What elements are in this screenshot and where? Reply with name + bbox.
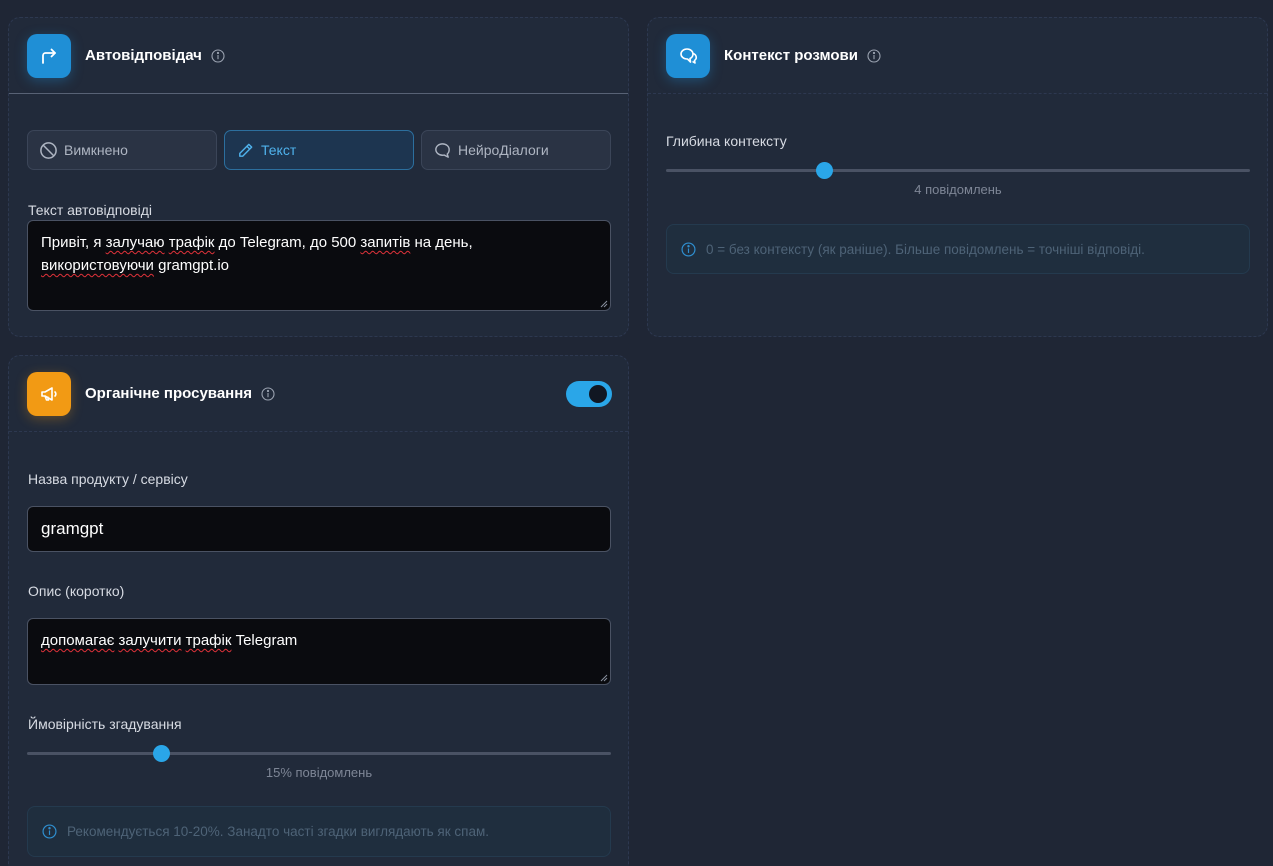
organic-hint-text: Рекомендується 10-20%. Занадто часті зга… [67, 824, 490, 839]
megaphone-icon [27, 371, 71, 416]
info-icon [42, 824, 57, 839]
resize-grip-icon[interactable] [600, 300, 608, 308]
autoresponder-text-label: Текст автовідповіді [28, 202, 153, 218]
redirect-arrow-icon [27, 33, 71, 78]
autoresponder-title: Автовідповідач [85, 47, 202, 64]
resize-grip-icon[interactable] [600, 674, 608, 682]
mode-selector: Вимкнено Текст НейроДіалоги [27, 130, 611, 170]
organic-header: Органічне просування [9, 356, 628, 432]
organic-card: Органічне просування Назва продукту / се… [8, 355, 629, 866]
mode-text-label: Текст [261, 142, 297, 158]
block-icon [40, 141, 57, 159]
product-name-input[interactable]: gramgpt [27, 506, 611, 552]
mention-probability-value: 15% повідомлень [265, 765, 373, 780]
context-header: Контекст розмови [648, 18, 1267, 94]
context-hint-box: 0 = без контексту (як раніше). Більше по… [666, 224, 1250, 274]
context-hint-text: 0 = без контексту (як раніше). Більше по… [706, 241, 1145, 257]
chat-bubbles-icon [666, 33, 710, 78]
chat-icon [435, 142, 450, 158]
context-title: Контекст розмови [724, 47, 858, 64]
product-name-label: Назва продукту / сервісу [28, 471, 188, 487]
organic-hint-box: Рекомендується 10-20%. Занадто часті зга… [27, 806, 611, 857]
info-icon [681, 241, 696, 257]
autoresponder-card: Автовідповідач Вимкнено Текст НейроДіало… [8, 17, 629, 337]
description-textarea[interactable]: допомагає залучити трафік Telegram [27, 618, 611, 685]
description-label: Опис (коротко) [28, 583, 125, 599]
mention-probability-thumb[interactable] [153, 745, 171, 762]
context-depth-value: 4 повідомлень [914, 182, 1002, 197]
info-icon[interactable] [261, 386, 275, 401]
mention-probability-label: Ймовірність згадування [28, 716, 182, 732]
mode-neuro-label: НейроДіалоги [458, 142, 549, 158]
mode-off-button[interactable]: Вимкнено [27, 130, 217, 170]
mode-neuro-button[interactable]: НейроДіалоги [421, 130, 611, 170]
autoresponder-text-line2: використовуючи gramgpt.io [41, 257, 229, 274]
autoresponder-text-line1: Привіт, я залучаю трафік до Telegram, до… [41, 234, 473, 251]
context-depth-slider[interactable] [666, 162, 1250, 179]
info-icon[interactable] [211, 48, 225, 63]
mention-probability-slider[interactable] [27, 745, 611, 762]
organic-toggle[interactable] [566, 381, 612, 407]
pencil-icon [239, 143, 253, 157]
context-depth-label: Глибина контексту [666, 133, 787, 149]
info-icon[interactable] [867, 48, 881, 63]
context-depth-thumb[interactable] [815, 162, 833, 179]
mode-off-label: Вимкнено [64, 142, 128, 158]
organic-title: Органічне просування [85, 385, 253, 402]
toggle-knob [589, 385, 607, 403]
mode-text-button[interactable]: Текст [224, 130, 414, 170]
autoresponder-textarea[interactable]: Привіт, я залучаю трафік до Telegram, до… [27, 220, 611, 311]
autoresponder-header: Автовідповідач [9, 18, 628, 94]
description-text: допомагає залучити трафік Telegram [41, 632, 298, 649]
context-card: Контекст розмови Глибина контексту 4 пов… [647, 17, 1268, 337]
